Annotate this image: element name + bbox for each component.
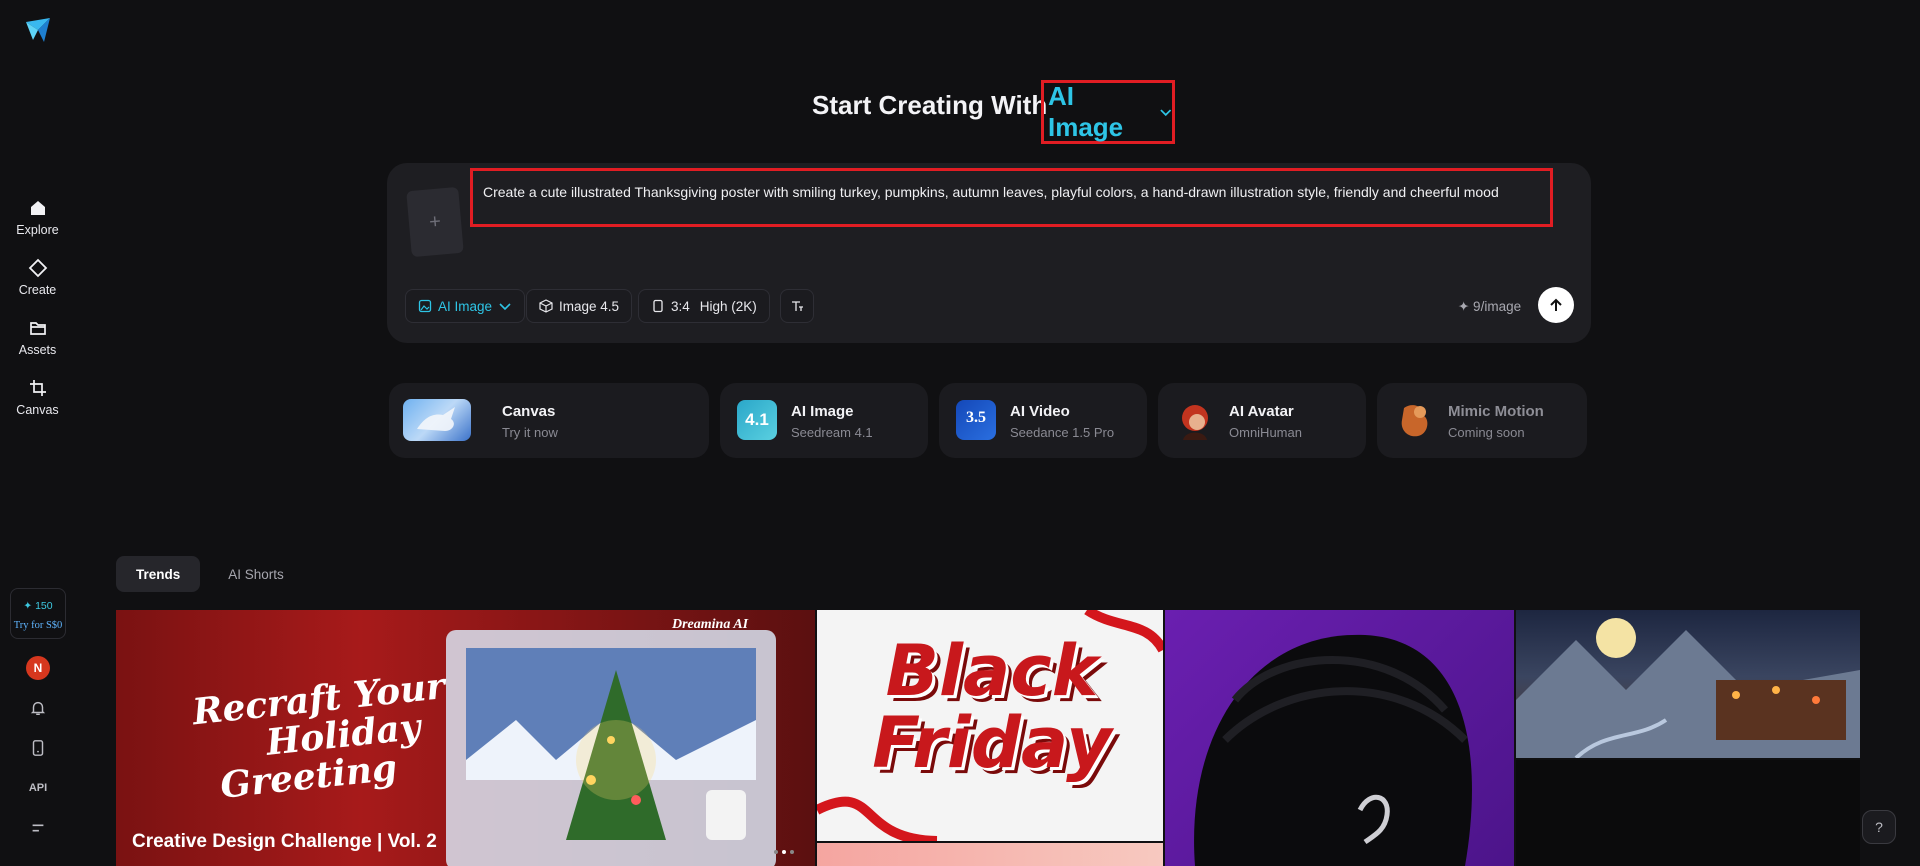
aspect-ratio-icon — [653, 299, 663, 313]
model-dropdown[interactable]: Image 4.5 — [526, 289, 633, 323]
credits-amount: ✦ 150 — [23, 600, 53, 612]
chevron-down-icon — [1159, 109, 1171, 117]
plus-icon: + — [428, 210, 442, 233]
mode-dropdown-label: AI Image — [438, 298, 493, 314]
canvas-thumbnail — [403, 399, 471, 441]
mode-dropdown[interactable]: AI Image — [405, 289, 526, 323]
aspect-ratio-label: 3:4 — [671, 298, 690, 314]
tool-card-subtitle: OmniHuman — [1229, 425, 1302, 440]
banner-card[interactable]: Dreamina AI Recraft Your Holiday Greetin… — [116, 610, 815, 866]
bell-icon[interactable] — [28, 698, 48, 718]
tool-card-title: AI Image — [791, 403, 854, 420]
village-card[interactable] — [1516, 610, 1860, 758]
tool-card-mimic-motion: Mimic Motion Coming soon — [1377, 383, 1587, 458]
portrait-artwork — [1194, 634, 1472, 866]
avatar-character-image — [1175, 400, 1215, 440]
dreamina-logo-icon[interactable] — [24, 16, 52, 44]
add-reference-button[interactable]: + — [406, 186, 464, 258]
image-icon — [418, 299, 432, 313]
tool-card-ai-video[interactable]: 3.5 AI Video Seedance 1.5 Pro — [939, 383, 1147, 458]
text-style-button[interactable] — [780, 289, 814, 323]
carousel-dots[interactable] — [774, 850, 794, 854]
tool-card-title: AI Avatar — [1229, 403, 1294, 420]
tool-card-ai-avatar[interactable]: AI Avatar OmniHuman — [1158, 383, 1366, 458]
tool-card-subtitle: Seedream 4.1 — [791, 425, 873, 440]
home-icon — [30, 201, 45, 215]
village-artwork — [1516, 618, 1860, 758]
tool-card-subtitle: Try it now — [502, 425, 558, 440]
sidebar-item-label: Assets — [18, 343, 57, 357]
text-format-icon — [792, 301, 803, 311]
folder-icon — [29, 322, 46, 335]
black-friday-title: Black Friday — [857, 635, 1127, 779]
balloon-card[interactable] — [817, 843, 1163, 866]
sidebar-item-assets[interactable]: Assets — [0, 318, 75, 357]
tab-trends[interactable]: Trends — [116, 556, 201, 592]
sidebar: Explore Create Assets Canvas ✦ 150 Try f… — [0, 0, 75, 866]
dark-card[interactable] — [1516, 760, 1860, 866]
black-friday-card[interactable]: Black Friday — [817, 610, 1163, 841]
feed-tabs: Trends AI Shorts — [116, 556, 304, 592]
banner-caption: Creative Design Challenge | Vol. 2 — [132, 831, 437, 852]
seedream-badge: 4.1 — [745, 410, 769, 429]
aspect-quality-dropdown[interactable]: 3:4 High (2K) — [638, 289, 770, 323]
credit-cost: ✦ 9/image — [1458, 299, 1522, 314]
tool-card-canvas[interactable]: Canvas Try it now — [389, 383, 709, 458]
tool-card-title: Mimic Motion — [1448, 403, 1544, 420]
seedance-badge: 3.5 — [966, 409, 986, 426]
sidebar-item-label: Explore — [16, 223, 59, 237]
mobile-icon[interactable] — [28, 738, 48, 758]
page-title: Start Creating With — [812, 90, 1048, 120]
black-friday-line: Friday — [872, 702, 1112, 784]
menu-icon[interactable] — [28, 818, 48, 838]
mode-selector-dropdown[interactable]: AI Image — [1041, 80, 1175, 144]
tab-ai-shorts[interactable]: AI Shorts — [208, 556, 304, 592]
sidebar-item-canvas[interactable]: Canvas — [0, 378, 75, 417]
avatar[interactable]: N — [26, 656, 50, 680]
banner-brand: Dreamina AI — [672, 617, 749, 632]
api-link[interactable]: API — [28, 778, 48, 798]
mimic-motion-image — [1394, 400, 1434, 440]
sidebar-item-explore[interactable]: Explore — [0, 198, 75, 237]
prompt-input[interactable]: Create a cute illustrated Thanksgiving p… — [470, 168, 1553, 227]
help-icon[interactable]: ? — [1862, 810, 1896, 844]
cube-icon — [539, 299, 553, 313]
tool-card-title: Canvas — [502, 403, 556, 420]
model-dropdown-label: Image 4.5 — [559, 298, 620, 314]
seedream-logo: 4.1 — [737, 400, 777, 440]
portrait-card[interactable] — [1165, 610, 1514, 866]
arrow-up-icon — [1550, 298, 1562, 311]
sidebar-item-create[interactable]: Create — [0, 258, 75, 297]
prompt-composer: + Create a cute illustrated Thanksgiving… — [387, 163, 1591, 343]
seedance-logo: 3.5 — [956, 400, 996, 440]
sidebar-item-label: Canvas — [16, 403, 59, 417]
credits-cta: Try for S$0 — [13, 620, 63, 631]
generate-button[interactable] — [1538, 287, 1574, 323]
crop-icon — [29, 380, 46, 396]
tool-card-subtitle: Coming soon — [1448, 425, 1525, 440]
tool-card-title: AI Video — [1010, 403, 1070, 420]
quality-label: High (2K) — [699, 298, 757, 314]
diamond-icon — [28, 258, 47, 278]
sidebar-item-label: Create — [18, 283, 57, 297]
chevron-down-icon — [499, 303, 511, 311]
credits-promo[interactable]: ✦ 150 Try for S$0 — [10, 588, 66, 639]
tool-card-subtitle: Seedance 1.5 Pro — [1010, 425, 1115, 440]
black-friday-line: Black — [885, 630, 1099, 712]
mode-selector-label: AI Image — [1048, 81, 1124, 142]
tool-card-ai-image[interactable]: 4.1 AI Image Seedream 4.1 — [720, 383, 928, 458]
